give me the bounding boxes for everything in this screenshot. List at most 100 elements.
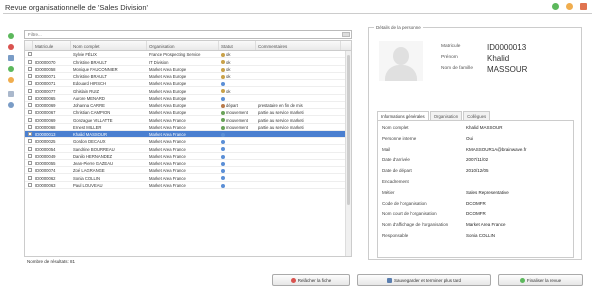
person-details-panel: Détails de la personne Matricule ID000001… — [368, 25, 582, 260]
field-value: DCOMFR — [466, 211, 486, 217]
details-tabs: Informations générales Organisation Collèg… — [377, 111, 491, 120]
row-checkbox[interactable] — [28, 59, 32, 64]
row-checkbox-cell — [25, 131, 33, 137]
people-grid: Matricule Nom complet Organisation Statu… — [24, 40, 352, 257]
validate-icon[interactable] — [8, 66, 14, 72]
scroll-thumb[interactable] — [347, 55, 350, 205]
table-row[interactable]: ID0000062 Sonia COLLIN Market Area France — [25, 174, 351, 182]
table-row[interactable]: ID0000069 Johanna CARRE Market Area Europe… — [25, 102, 351, 109]
row-checkbox-cell — [25, 160, 33, 166]
table-row[interactable]: ID0000074 Zoé LAGRANGE Market Area France — [25, 167, 351, 175]
release-button[interactable]: Relâcher la fiche — [272, 274, 350, 286]
row-checkbox[interactable] — [28, 103, 32, 108]
settings-icon[interactable] — [566, 3, 573, 10]
row-checkbox[interactable] — [28, 146, 32, 151]
row-checkbox[interactable] — [28, 117, 32, 122]
save-button[interactable]: Sauvegarder et terminer plus tard — [357, 274, 491, 286]
finish-button[interactable]: Finaliser la revue — [498, 274, 583, 286]
table-row[interactable]: ID0000025 Gordon DECAUX Market Area France — [25, 138, 351, 146]
row-checkbox[interactable] — [28, 153, 32, 158]
cell-statut: mouvement — [219, 116, 256, 123]
cell-matricule: ID0000049 — [35, 153, 56, 159]
comment-icon[interactable] — [8, 91, 14, 97]
cell-organisation: Market Area France — [149, 132, 186, 137]
table-row[interactable]: ID0000067 Christian CAMPION Market Area Eu… — [25, 109, 351, 117]
row-checkbox[interactable] — [28, 52, 32, 57]
row-checkbox[interactable] — [28, 81, 32, 86]
table-row[interactable]: ID0000063 Paul LOUVEAU Market Area France — [25, 182, 351, 189]
cell-matricule: ID0000067 — [35, 110, 56, 116]
cell-matricule — [33, 51, 71, 57]
filter-input[interactable] — [25, 31, 325, 38]
side-toolbar — [8, 33, 18, 113]
filter-box — [24, 30, 352, 39]
close-icon[interactable] — [580, 3, 587, 10]
table-row[interactable]: ID0000069 Gonzague VILLATTE Market Area Fr… — [25, 116, 351, 124]
field-value: Sales Representative — [466, 189, 509, 195]
row-checkbox[interactable] — [28, 95, 32, 100]
cancel-icon[interactable] — [8, 77, 14, 83]
cell-statut: mouvement — [219, 124, 256, 130]
cell-commentaires — [256, 174, 341, 180]
cell-organisation: Market Area France — [149, 168, 186, 174]
cell-matricule: ID0000058 — [35, 66, 56, 72]
grid-scrollbar[interactable] — [345, 51, 351, 256]
details-tab[interactable]: Collègues — [463, 111, 491, 120]
cell-statut — [219, 131, 256, 137]
table-row[interactable]: ID0000071 Christine BRAULT Market Area Eur… — [25, 73, 351, 80]
table-row[interactable]: ID0000055 Jean-Pierre GAZEAU Market Area F… — [25, 160, 351, 167]
cell-commentaires — [256, 87, 341, 93]
table-row[interactable]: ID0000077 Ghislain RUIZ Market Area Europe… — [25, 87, 351, 95]
col-organisation[interactable]: Organisation — [147, 41, 219, 50]
col-select[interactable] — [25, 41, 33, 50]
cell-nom: Christian CAMPION — [73, 110, 111, 116]
table-row[interactable]: ID0000070 Christine BRAULT IT Division ok — [25, 58, 351, 66]
row-checkbox[interactable] — [28, 132, 32, 137]
table-row[interactable]: ID0000065 Aurore MENARD Market Area Europe — [25, 95, 351, 102]
table-row[interactable]: Sylvie FÉLIX France Prospecting Service ok — [25, 51, 351, 59]
status-dot-icon[interactable] — [552, 3, 559, 10]
row-checkbox[interactable] — [28, 74, 32, 79]
row-checkbox[interactable] — [28, 139, 32, 144]
cell-statut: ok — [219, 73, 256, 79]
cell-nom: Sonia COLLIN — [73, 175, 100, 181]
filter-clear-button[interactable] — [342, 32, 350, 37]
add-icon[interactable] — [8, 33, 14, 39]
col-statut[interactable]: Statut — [219, 41, 256, 50]
status-icon — [221, 183, 225, 188]
row-checkbox[interactable] — [28, 161, 32, 166]
cell-organisation: Market Area Europe — [149, 95, 187, 101]
finish-label: Finaliser la revue — [526, 277, 562, 283]
col-matricule[interactable]: Matricule — [33, 41, 71, 50]
row-checkbox[interactable] — [28, 66, 32, 71]
grid-body: Sylvie FÉLIX France Prospecting Service ok… — [25, 51, 351, 189]
row-checkbox-cell — [25, 73, 33, 79]
details-tab[interactable]: Informations générales — [377, 111, 429, 120]
cell-commentaires — [256, 131, 341, 137]
table-row[interactable]: ID0000013 Khalid MASSOUR Market Area Franc… — [25, 130, 351, 138]
col-nom[interactable]: Nom complet — [71, 41, 147, 50]
status-icon — [221, 53, 225, 58]
status-text: départ — [226, 103, 238, 108]
table-row[interactable]: ID0000058 Monique FAUCONNIER Market Area E… — [25, 66, 351, 73]
link-icon[interactable] — [8, 102, 14, 108]
row-checkbox[interactable] — [28, 88, 32, 93]
remove-icon[interactable] — [8, 44, 14, 50]
table-row[interactable]: ID0000071 Edouard HIRSCH Market Area Europ… — [25, 80, 351, 88]
cell-statut — [219, 145, 256, 152]
table-row[interactable]: ID0000068 Ernest MILLER Market Area France… — [25, 124, 351, 131]
row-checkbox-cell — [25, 109, 33, 115]
row-checkbox[interactable] — [28, 168, 32, 173]
move-icon[interactable] — [8, 55, 14, 61]
table-row[interactable]: ID0000054 Sandrine BOURREAU Market Area Fr… — [25, 145, 351, 153]
row-checkbox[interactable] — [28, 175, 32, 180]
row-checkbox[interactable] — [28, 110, 32, 115]
field-label: Mail — [382, 146, 391, 152]
details-tab[interactable]: Organisation — [429, 111, 463, 120]
status-icon — [221, 176, 225, 181]
cell-statut — [219, 182, 256, 188]
col-commentaires[interactable]: Commentaires — [256, 41, 341, 50]
table-row[interactable]: ID0000049 Danilo HERNANDEZ Market Area Fra… — [25, 153, 351, 160]
row-checkbox[interactable] — [28, 182, 32, 187]
row-checkbox[interactable] — [28, 124, 32, 129]
